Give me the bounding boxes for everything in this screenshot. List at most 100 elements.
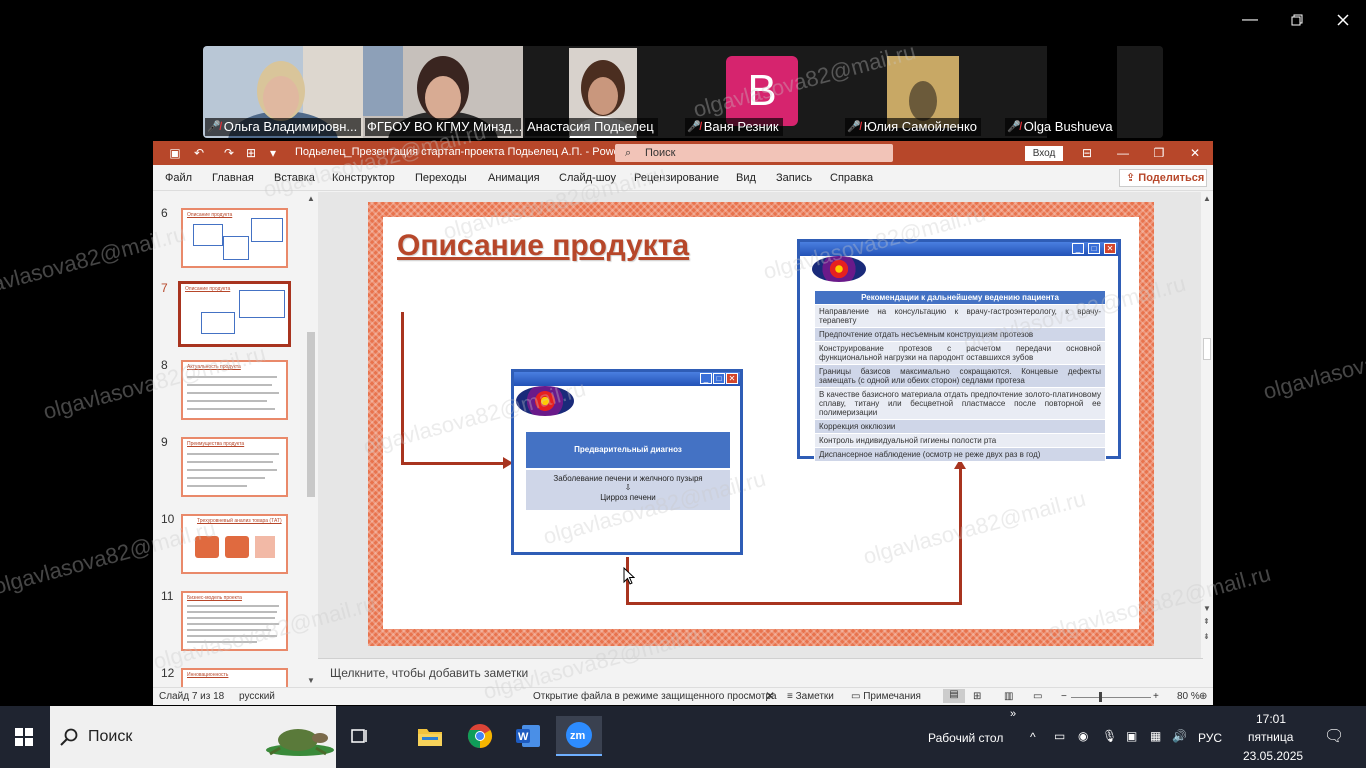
zoom-in-icon[interactable]: +: [1153, 691, 1159, 702]
share-button[interactable]: ⇪ Поделиться: [1119, 169, 1207, 187]
word-button[interactable]: W: [508, 716, 548, 756]
zoom-slider[interactable]: [1071, 697, 1151, 698]
start-button[interactable]: [0, 706, 48, 768]
desktop-toolbar-label[interactable]: Рабочий стол: [928, 731, 1003, 745]
scroll-up-icon[interactable]: ▲: [1203, 194, 1211, 203]
taskbar-search[interactable]: Поиск: [50, 706, 336, 768]
thumbnail-number: 7: [161, 281, 168, 295]
zoom-slider-handle[interactable]: [1099, 692, 1102, 702]
search-input[interactable]: ⌕ Поиск: [615, 144, 893, 162]
tab-review[interactable]: Рецензирование: [634, 172, 719, 184]
slide[interactable]: Описание продукта _ □ ✕ Предварительный …: [368, 202, 1154, 646]
tab-view[interactable]: Вид: [736, 172, 756, 184]
tab-transitions[interactable]: Переходы: [415, 172, 467, 184]
slide-thumbnail[interactable]: Актуальность продукта: [181, 360, 288, 420]
diagnosis-window[interactable]: _ □ ✕ Предварительный диагноз Заболевани…: [511, 369, 743, 555]
tab-slideshow[interactable]: Слайд-шоу: [559, 172, 616, 184]
next-slide-icon[interactable]: ⇟: [1203, 632, 1210, 641]
microphone-icon[interactable]: 🎙: [1102, 729, 1117, 743]
slide-scrollbar[interactable]: ▲ ▼ ⇞ ⇟: [1201, 192, 1213, 658]
tab-insert[interactable]: Вставка: [274, 172, 315, 184]
comments-button[interactable]: ▭ Примечания: [851, 691, 921, 702]
participant-tile[interactable]: 🎤̸ Юлия Самойленко: [843, 46, 1003, 138]
close-icon[interactable]: ✕: [1187, 145, 1203, 161]
scroll-up-icon[interactable]: ▲: [307, 194, 315, 203]
close-icon[interactable]: ✕: [765, 689, 775, 703]
chrome-button[interactable]: [460, 716, 500, 756]
tab-record[interactable]: Запись: [776, 172, 812, 184]
slide-thumbnail[interactable]: Трехуровневый анализ товара (ТАТ): [181, 514, 288, 574]
slide-thumbnail[interactable]: Описание продукта: [181, 208, 288, 268]
thumbnails-scrollbar[interactable]: ▲ ▼: [305, 192, 317, 687]
present-icon[interactable]: ⊞: [243, 145, 259, 161]
slide-thumbnail[interactable]: Инновационность: [181, 668, 288, 687]
table-row: Диспансерное наблюдение (осмотр не реже …: [814, 447, 1106, 462]
scroll-down-icon[interactable]: ▼: [1203, 604, 1211, 613]
restore-button[interactable]: [1284, 8, 1310, 32]
zoom-out-icon[interactable]: −: [1061, 691, 1067, 702]
word-icon: W: [516, 725, 540, 747]
show-hidden-icons-icon[interactable]: ^: [1030, 730, 1036, 744]
close-button[interactable]: [1330, 8, 1356, 32]
zoom-level[interactable]: 80 %: [1177, 691, 1200, 702]
minimize-icon[interactable]: —: [1115, 145, 1131, 161]
normal-view-icon[interactable]: ▤: [943, 689, 965, 703]
undo-icon[interactable]: ↶: [191, 145, 207, 161]
restore-icon[interactable]: ❐: [1151, 145, 1167, 161]
tab-home[interactable]: Главная: [212, 172, 254, 184]
reading-view-icon[interactable]: ▥: [1004, 691, 1013, 702]
slide-thumbnail[interactable]: Бизнес-модель проекта: [181, 591, 288, 651]
minimize-icon: _: [1072, 243, 1084, 254]
ribbon-display-icon[interactable]: ⊟: [1079, 145, 1095, 161]
notes-button[interactable]: ≡ Заметки: [787, 691, 834, 702]
slide-thumbnail-selected[interactable]: Описание продукта: [178, 281, 291, 347]
clock-time[interactable]: 17:01: [1256, 712, 1286, 726]
minimize-button[interactable]: —: [1237, 8, 1263, 32]
previous-slide-icon[interactable]: ⇞: [1203, 617, 1210, 626]
login-button[interactable]: Вход: [1025, 146, 1063, 161]
video-icon[interactable]: ◉: [1078, 729, 1088, 743]
slide-content: Описание продукта _ □ ✕ Предварительный …: [383, 217, 1139, 629]
fit-slide-icon[interactable]: ⊕: [1199, 691, 1207, 702]
zoom-app-button[interactable]: zm: [556, 716, 602, 756]
redo-icon[interactable]: ↷: [221, 145, 237, 161]
participant-tile[interactable]: 🎤̸ Olga Bushueva: [1003, 46, 1163, 138]
slide-editor[interactable]: Описание продукта _ □ ✕ Предварительный …: [318, 192, 1203, 658]
scrollbar-thumb[interactable]: [307, 332, 315, 497]
notifications-icon[interactable]: 🗨: [1324, 726, 1344, 746]
battery-icon[interactable]: ▭: [1054, 729, 1065, 743]
notes-pane[interactable]: Щелкните, чтобы добавить заметки: [318, 658, 1203, 687]
slideshow-icon[interactable]: ▭: [1033, 691, 1042, 702]
slide-title[interactable]: Описание продукта: [397, 229, 689, 263]
save-icon[interactable]: ▣: [167, 145, 183, 161]
scroll-down-icon[interactable]: ▼: [307, 676, 315, 685]
tab-design[interactable]: Конструктор: [332, 172, 395, 184]
network-icon[interactable]: ▦: [1150, 729, 1161, 743]
tab-help[interactable]: Справка: [830, 172, 873, 184]
customize-icon[interactable]: ▾: [265, 145, 281, 161]
restore-icon: [1291, 14, 1303, 26]
slide-thumbnail[interactable]: Преимущества продукта: [181, 437, 288, 497]
participant-tile[interactable]: ФГБОУ ВО КГМУ Минзд...: [363, 46, 523, 138]
clock-weekday[interactable]: пятница: [1248, 730, 1293, 744]
input-language[interactable]: РУС: [1198, 731, 1222, 745]
table-row: Предпочтение отдать несъемным конструкци…: [814, 327, 1106, 342]
participant-tile[interactable]: B 🎤̸ Ваня Резник: [683, 46, 843, 138]
camera-icon[interactable]: ▣: [1126, 729, 1137, 743]
share-icon: ⇪: [1126, 172, 1139, 184]
maximize-icon: □: [713, 373, 725, 384]
tab-animations[interactable]: Анимация: [488, 172, 540, 184]
language-indicator[interactable]: русский: [239, 691, 275, 702]
task-view-button[interactable]: [340, 716, 380, 756]
tab-file[interactable]: Файл: [165, 172, 192, 184]
toolbar-overflow-icon[interactable]: »: [1010, 708, 1016, 720]
participant-tile-active-speaker[interactable]: Анастасия Подьелец: [523, 46, 683, 138]
recommendations-window[interactable]: _ □ ✕ Рекомендации к дальнейшему ведению…: [797, 239, 1121, 462]
diagnosis-line: Цирроз печени: [600, 493, 656, 502]
participant-tile[interactable]: 🎤̸ Ольга Владимировн...: [203, 46, 363, 138]
clock-date[interactable]: 23.05.2025: [1243, 749, 1303, 763]
file-explorer-button[interactable]: [410, 716, 450, 756]
volume-icon[interactable]: 🔊: [1172, 729, 1187, 743]
slide-sorter-icon[interactable]: ⊞: [973, 691, 981, 702]
scrollbar-thumb[interactable]: [1203, 338, 1211, 360]
